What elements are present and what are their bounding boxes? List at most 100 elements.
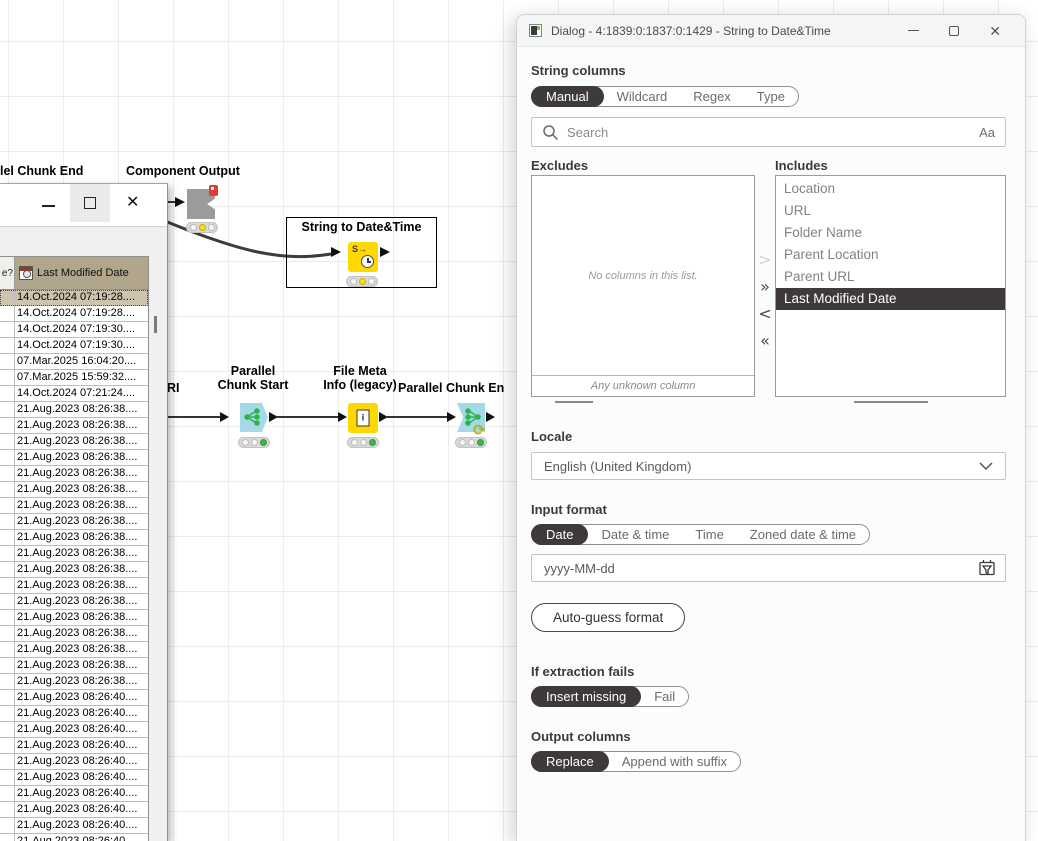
- search-field[interactable]: Aa: [531, 117, 1006, 147]
- table-row[interactable]: 14.Oct.2024 07:21:24....: [0, 386, 148, 402]
- node-label-parallel-chunk-end-top: lel Chunk End: [0, 164, 83, 178]
- move-right-button[interactable]: >: [758, 252, 771, 268]
- table-row[interactable]: 21.Aug.2023 08:26:40....: [0, 818, 148, 834]
- chevron-down-icon: [979, 462, 993, 471]
- table-row[interactable]: 21.Aug.2023 08:26:38....: [0, 466, 148, 482]
- option-insert-missing[interactable]: Insert missing: [531, 686, 641, 707]
- includes-listbox[interactable]: LocationURLFolder NameParent LocationPar…: [775, 175, 1006, 397]
- table-row[interactable]: 21.Aug.2023 08:26:38....: [0, 562, 148, 578]
- table-row[interactable]: 21.Aug.2023 08:26:38....: [0, 610, 148, 626]
- minimize-icon[interactable]: [908, 30, 919, 32]
- list-item[interactable]: Parent URL: [776, 266, 1005, 288]
- table-row[interactable]: 14.Oct.2024 07:19:30....: [0, 322, 148, 338]
- mode-manual[interactable]: Manual: [531, 86, 604, 107]
- table-row[interactable]: 21.Aug.2023 08:26:40....: [0, 802, 148, 818]
- row-index-cell: [0, 514, 15, 529]
- list-item[interactable]: Last Modified Date: [776, 288, 1005, 310]
- maximize-icon[interactable]: [949, 26, 959, 36]
- table-row[interactable]: 14.Oct.2024 07:19:30....: [0, 338, 148, 354]
- date-cell: 21.Aug.2023 08:26:38....: [15, 530, 148, 545]
- table-row[interactable]: 21.Aug.2023 08:26:40....: [0, 690, 148, 706]
- table-row[interactable]: 14.Oct.2024 07:19:28....: [0, 306, 148, 322]
- search-input[interactable]: [567, 125, 971, 140]
- format-pattern-input[interactable]: [544, 561, 977, 576]
- minimize-icon[interactable]: [42, 205, 55, 207]
- table-row[interactable]: 21.Aug.2023 08:26:38....: [0, 514, 148, 530]
- file-meta-info-status: [347, 437, 379, 448]
- file-meta-info-node[interactable]: i: [348, 403, 378, 433]
- table-row[interactable]: 21.Aug.2023 08:26:38....: [0, 450, 148, 466]
- move-left-button[interactable]: <: [758, 306, 771, 322]
- close-icon[interactable]: ✕: [989, 24, 1001, 38]
- list-item[interactable]: URL: [776, 200, 1005, 222]
- date-cell: 14.Oct.2024 07:19:28....: [15, 306, 148, 321]
- string-to-datetime-node[interactable]: S→: [348, 242, 378, 272]
- table-row[interactable]: 21.Aug.2023 08:26:40....: [0, 770, 148, 786]
- scrollbar-thumb[interactable]: [154, 316, 157, 333]
- date-cell: 21.Aug.2023 08:26:38....: [15, 434, 148, 449]
- option-fail[interactable]: Fail: [641, 687, 688, 706]
- status-dot: [459, 439, 466, 446]
- move-buttons: > » < «: [755, 158, 775, 403]
- date-cell: 21.Aug.2023 08:26:40....: [15, 754, 148, 769]
- table-row[interactable]: 21.Aug.2023 08:26:38....: [0, 482, 148, 498]
- table-row[interactable]: 14.Oct.2024 07:19:28....: [0, 290, 148, 306]
- locale-select[interactable]: English (United Kingdom): [531, 452, 1006, 480]
- tab-zoned-date-time[interactable]: Zoned date & time: [737, 525, 869, 544]
- tab-time[interactable]: Time: [682, 525, 736, 544]
- row-index-cell: [0, 642, 15, 657]
- header-cell-last-modified-date[interactable]: Last Modified Date: [15, 257, 148, 289]
- excludes-list[interactable]: No columns in this list. Any unknown col…: [531, 175, 755, 397]
- table-row[interactable]: 21.Aug.2023 08:26:40....: [0, 834, 148, 841]
- header-cell-partial[interactable]: e?: [0, 257, 15, 289]
- table-row[interactable]: 21.Aug.2023 08:26:40....: [0, 722, 148, 738]
- table-row[interactable]: 07.Mar.2025 16:04:20....: [0, 354, 148, 370]
- move-all-right-button[interactable]: »: [760, 279, 770, 295]
- option-replace[interactable]: Replace: [531, 751, 609, 772]
- maximize-button[interactable]: [70, 184, 110, 222]
- table-row[interactable]: 21.Aug.2023 08:26:38....: [0, 578, 148, 594]
- table-row[interactable]: 07.Mar.2025 15:59:32....: [0, 370, 148, 386]
- list-item[interactable]: Parent Location: [776, 244, 1005, 266]
- auto-guess-format-button[interactable]: Auto-guess format: [531, 603, 685, 632]
- date-cell: 21.Aug.2023 08:26:38....: [15, 658, 148, 673]
- mode-type[interactable]: Type: [744, 87, 798, 106]
- format-pattern-field[interactable]: [531, 554, 1006, 582]
- option-append-suffix[interactable]: Append with suffix: [609, 752, 740, 771]
- calendar-filter-icon[interactable]: [977, 558, 997, 578]
- dialog-titlebar[interactable]: Dialog - 4:1839:0:1837:0:1429 - String t…: [517, 15, 1025, 47]
- table-row[interactable]: 21.Aug.2023 08:26:38....: [0, 434, 148, 450]
- tab-date[interactable]: Date: [531, 524, 588, 545]
- excludes-resize-handle[interactable]: [555, 401, 593, 403]
- case-sensitive-toggle[interactable]: Aa: [979, 125, 995, 140]
- table-row[interactable]: 21.Aug.2023 08:26:38....: [0, 418, 148, 434]
- row-index-cell: [0, 594, 15, 609]
- table-row[interactable]: 21.Aug.2023 08:26:38....: [0, 530, 148, 546]
- table-row[interactable]: 21.Aug.2023 08:26:38....: [0, 642, 148, 658]
- tab-date-time[interactable]: Date & time: [588, 525, 682, 544]
- table-row[interactable]: 21.Aug.2023 08:26:38....: [0, 594, 148, 610]
- table-row[interactable]: 21.Aug.2023 08:26:40....: [0, 706, 148, 722]
- table-row[interactable]: 21.Aug.2023 08:26:38....: [0, 674, 148, 690]
- table-row[interactable]: 21.Aug.2023 08:26:38....: [0, 498, 148, 514]
- component-output-node[interactable]: [187, 189, 215, 219]
- mode-wildcard[interactable]: Wildcard: [604, 87, 681, 106]
- move-all-left-button[interactable]: «: [760, 333, 770, 349]
- list-item[interactable]: Folder Name: [776, 222, 1005, 244]
- table-window-titlebar[interactable]: ✕: [0, 184, 167, 227]
- date-cell: 21.Aug.2023 08:26:40....: [15, 722, 148, 737]
- row-index-cell: [0, 482, 15, 497]
- list-item[interactable]: Location: [776, 178, 1005, 200]
- status-dot: [350, 278, 357, 285]
- table-row[interactable]: 21.Aug.2023 08:26:38....: [0, 546, 148, 562]
- mode-regex[interactable]: Regex: [680, 87, 744, 106]
- table-row[interactable]: 21.Aug.2023 08:26:38....: [0, 402, 148, 418]
- table-row[interactable]: 21.Aug.2023 08:26:38....: [0, 658, 148, 674]
- table-row[interactable]: 21.Aug.2023 08:26:40....: [0, 738, 148, 754]
- includes-resize-handle[interactable]: [854, 401, 928, 403]
- table-row[interactable]: 21.Aug.2023 08:26:38....: [0, 626, 148, 642]
- table-row[interactable]: 21.Aug.2023 08:26:40....: [0, 786, 148, 802]
- close-icon[interactable]: ✕: [126, 192, 139, 212]
- row-index-cell: [0, 498, 15, 513]
- table-row[interactable]: 21.Aug.2023 08:26:40....: [0, 754, 148, 770]
